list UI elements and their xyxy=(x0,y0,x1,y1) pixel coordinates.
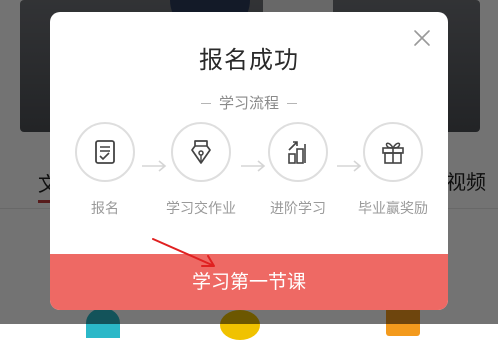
pen-nib-icon xyxy=(191,140,211,164)
step-advanced-learning: 进阶学习 xyxy=(253,122,343,218)
step-circle xyxy=(268,122,328,182)
step-circle xyxy=(363,122,423,182)
step-graduate-reward: 毕业赢奖励 xyxy=(348,122,438,218)
section-heading-text: 学习流程 xyxy=(218,94,279,112)
level-up-bars-icon xyxy=(288,141,306,164)
section-heading: 学习流程 xyxy=(50,92,448,113)
heading-dash xyxy=(200,103,211,104)
step-label: 进阶学习 xyxy=(270,201,326,217)
learning-process-steps: 报名 学习交作业 进阶学习 毕业赢奖励 xyxy=(50,122,448,232)
step-circle xyxy=(171,122,231,182)
signup-success-dialog: 报名成功 学习流程 报名 学习交作业 进阶学习 毕业赢奖励 学习第一节课 xyxy=(50,12,448,310)
step-label: 毕业赢奖励 xyxy=(358,201,428,217)
clipboard-icon xyxy=(95,140,115,164)
dialog-title: 报名成功 xyxy=(199,46,299,74)
step-circle xyxy=(75,122,135,182)
step-signup: 报名 xyxy=(60,122,150,218)
gift-icon xyxy=(382,142,404,164)
step-label: 学习交作业 xyxy=(166,201,236,217)
step-label: 报名 xyxy=(91,201,119,217)
step-homework: 学习交作业 xyxy=(156,122,246,218)
start-first-lesson-button[interactable]: 学习第一节课 xyxy=(50,254,448,310)
heading-dash xyxy=(287,103,297,104)
